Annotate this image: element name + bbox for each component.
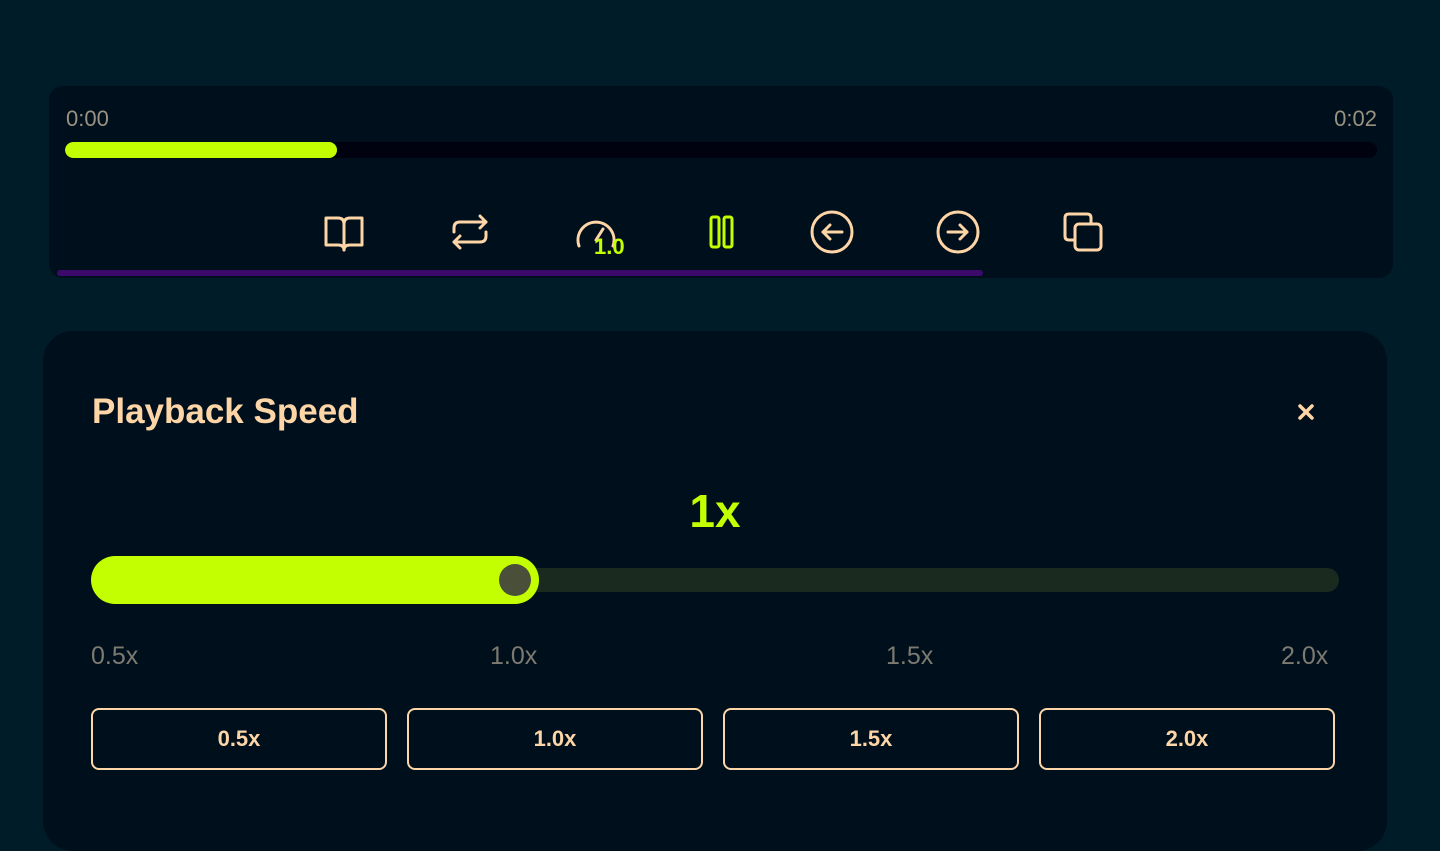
speed-badge: 1.0 [594, 234, 625, 259]
slider-fill [91, 556, 539, 604]
preset-0-5x-button[interactable]: 0.5x [91, 708, 387, 770]
arrow-right-circle-icon[interactable] [930, 204, 986, 260]
controls-row [0, 204, 1440, 260]
preset-1-0x-button[interactable]: 1.0x [407, 708, 703, 770]
speed-value: 1x [689, 485, 741, 537]
preset-1-5x-button[interactable]: 1.5x [723, 708, 1019, 770]
tick-label: 0.5x [91, 642, 139, 670]
close-button[interactable] [1286, 392, 1326, 432]
tick-label: 1.5x [886, 642, 934, 670]
arrow-left-circle-icon[interactable] [804, 204, 860, 260]
repeat-icon[interactable] [442, 204, 498, 260]
close-icon [1298, 404, 1314, 420]
slider-thumb[interactable] [498, 564, 531, 596]
tick-label: 2.0x [1281, 642, 1329, 670]
preset-2-0x-button[interactable]: 2.0x [1039, 708, 1335, 770]
panel-title: Playback Speed [92, 392, 359, 431]
tick-label: 1.0x [490, 642, 538, 670]
book-open-icon[interactable] [316, 204, 372, 260]
copy-icon[interactable] [1055, 204, 1111, 260]
progress-underline [57, 270, 983, 276]
progress-track[interactable] [65, 142, 1377, 158]
pause-icon[interactable] [693, 204, 749, 260]
speed-slider[interactable] [91, 556, 1339, 604]
duration-time: 0:02 [1334, 106, 1377, 131]
progress-fill [65, 142, 337, 158]
current-time: 0:00 [66, 106, 109, 131]
